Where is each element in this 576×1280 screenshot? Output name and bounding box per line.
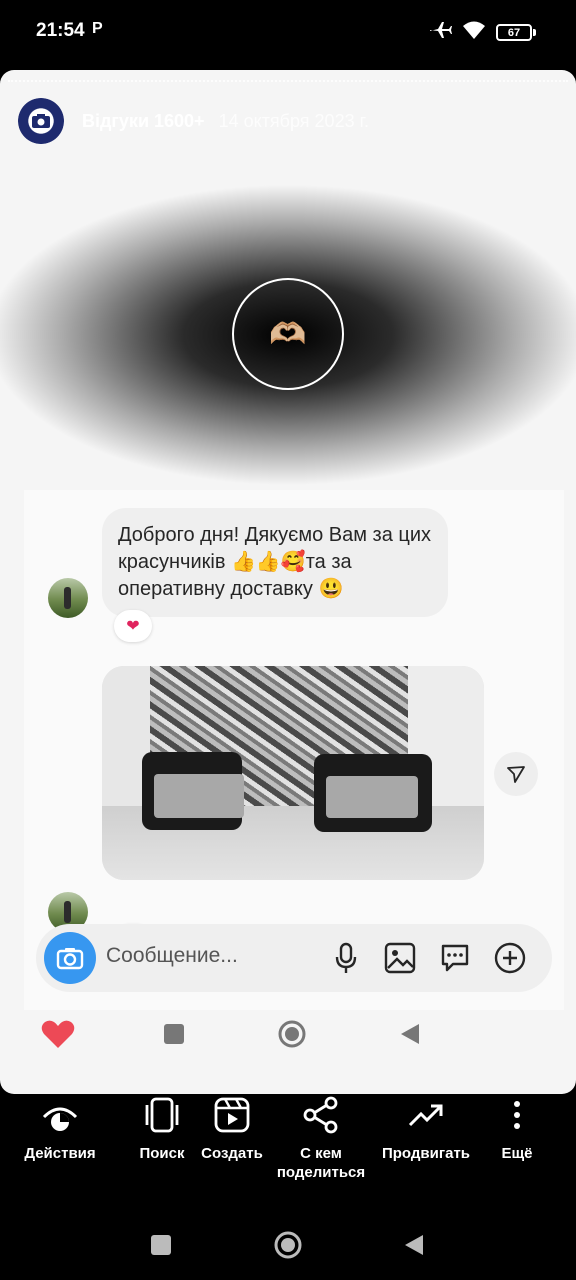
camera-icon	[32, 114, 50, 128]
promote-button[interactable]: Продвигать	[374, 1094, 478, 1163]
share-icon	[301, 1094, 341, 1136]
wifi-icon	[462, 20, 486, 45]
action-label: Создать	[201, 1145, 263, 1162]
microphone-icon[interactable]	[328, 940, 364, 976]
story-progress-bar	[8, 80, 568, 82]
recents-button[interactable]	[141, 1225, 181, 1265]
action-label: С кем поделиться	[276, 1145, 366, 1181]
story-username[interactable]: Відгуки 1600+	[82, 111, 205, 132]
add-icon[interactable]	[492, 940, 528, 976]
chat-bubble-icon[interactable]	[437, 940, 473, 976]
create-button[interactable]: Создать	[196, 1094, 268, 1163]
status-time: 21:54	[36, 20, 85, 41]
search-button[interactable]: Поиск	[134, 1094, 190, 1163]
story-date: 14 октября 2023 г.	[218, 110, 369, 131]
back-button[interactable]	[394, 1225, 434, 1265]
battery-icon: 67	[496, 24, 536, 41]
gallery-icon[interactable]	[382, 940, 418, 976]
like-icon[interactable]	[38, 1014, 78, 1054]
message-input[interactable]	[106, 944, 306, 968]
story-nav	[0, 1014, 576, 1054]
share-button[interactable]: С кем поделиться	[270, 1094, 372, 1182]
carrier-icon: P	[92, 20, 103, 37]
heart-reaction: ❤	[114, 610, 152, 642]
photo-sofas	[102, 666, 484, 880]
story-avatar[interactable]	[18, 98, 64, 144]
avatar	[48, 578, 88, 618]
story-header: Відгуки 1600+ 14 октября 2023 г.	[18, 98, 369, 144]
send-icon	[494, 752, 538, 796]
create-icon	[212, 1094, 252, 1136]
status-icons: 67	[428, 20, 536, 45]
camera-button[interactable]	[44, 932, 96, 984]
square-icon	[154, 1014, 194, 1054]
home-button[interactable]	[268, 1225, 308, 1265]
status-bar: 21:54 P 67	[0, 0, 576, 64]
message-bubble: Доброго дня! Дякуємо Вам за цих красунчи…	[102, 508, 448, 617]
action-label: Поиск	[139, 1145, 185, 1162]
message-composer	[36, 924, 552, 992]
story-viewer[interactable]: Відгуки 1600+ 14 октября 2023 г. 🫶🏼 Добр…	[0, 70, 576, 1094]
circle-icon	[272, 1014, 312, 1054]
more-icon	[512, 1094, 522, 1136]
activity-button[interactable]: Действия	[16, 1094, 104, 1163]
action-label: Действия	[24, 1145, 96, 1162]
camera-icon	[56, 948, 84, 970]
airplane-icon	[428, 20, 452, 45]
action-label: Продвигать	[381, 1145, 471, 1162]
back-triangle-icon	[390, 1014, 430, 1054]
system-nav-bar	[0, 1220, 576, 1270]
battery-level: 67	[496, 24, 532, 41]
activity-icon	[40, 1094, 80, 1136]
promote-icon	[406, 1094, 446, 1136]
more-button[interactable]: Ещё	[492, 1094, 542, 1163]
action-label: Ещё	[501, 1145, 533, 1162]
story-actions-bar: Действия Поиск Создать С кем поделиться …	[0, 1094, 576, 1204]
search-icon	[142, 1094, 182, 1136]
heart-hands-sticker: 🫶🏼	[232, 278, 344, 390]
